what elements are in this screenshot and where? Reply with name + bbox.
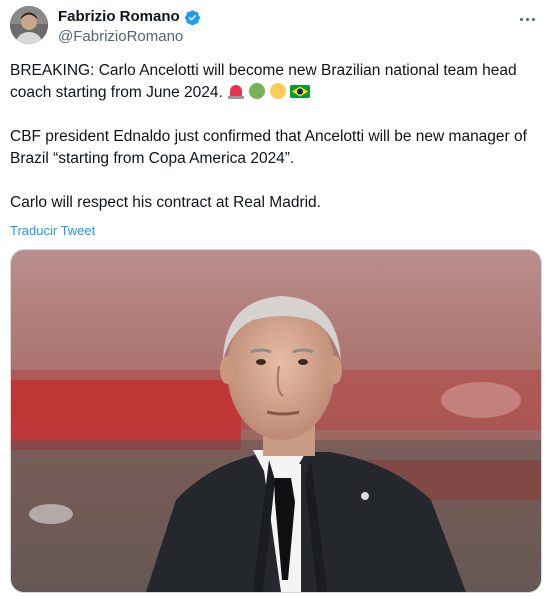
tweet-header: Fabrizio Romano @FabrizioRomano — [10, 6, 540, 46]
translate-tweet-link[interactable]: Traducir Tweet — [10, 223, 95, 238]
tweet-photo[interactable] — [10, 249, 542, 593]
siren-icon — [227, 82, 245, 100]
avatar[interactable] — [10, 6, 48, 44]
green-circle-icon — [248, 82, 266, 100]
handle[interactable]: @FabrizioRomano — [58, 27, 201, 47]
tweet-paragraph: Carlo will respect his contract at Real … — [10, 194, 321, 211]
photo-content — [11, 250, 541, 592]
yellow-circle-icon — [269, 82, 287, 100]
more-options-icon[interactable] — [516, 10, 538, 28]
tweet-paragraph: CBF president Ednaldo just confirmed tha… — [10, 128, 532, 167]
tweet-text: BREAKING: Carlo Ancelotti will become ne… — [10, 60, 530, 236]
tweet-card[interactable]: Fabrizio Romano @FabrizioRomano BREAKING… — [0, 0, 550, 599]
tweet-paragraph: BREAKING: Carlo Ancelotti will become ne… — [10, 60, 530, 104]
brazil-flag-icon — [289, 82, 310, 100]
author-names: Fabrizio Romano @FabrizioRomano — [58, 8, 201, 47]
display-name[interactable]: Fabrizio Romano — [58, 8, 180, 26]
emoji-row — [227, 82, 310, 100]
verified-badge-icon — [184, 9, 201, 26]
